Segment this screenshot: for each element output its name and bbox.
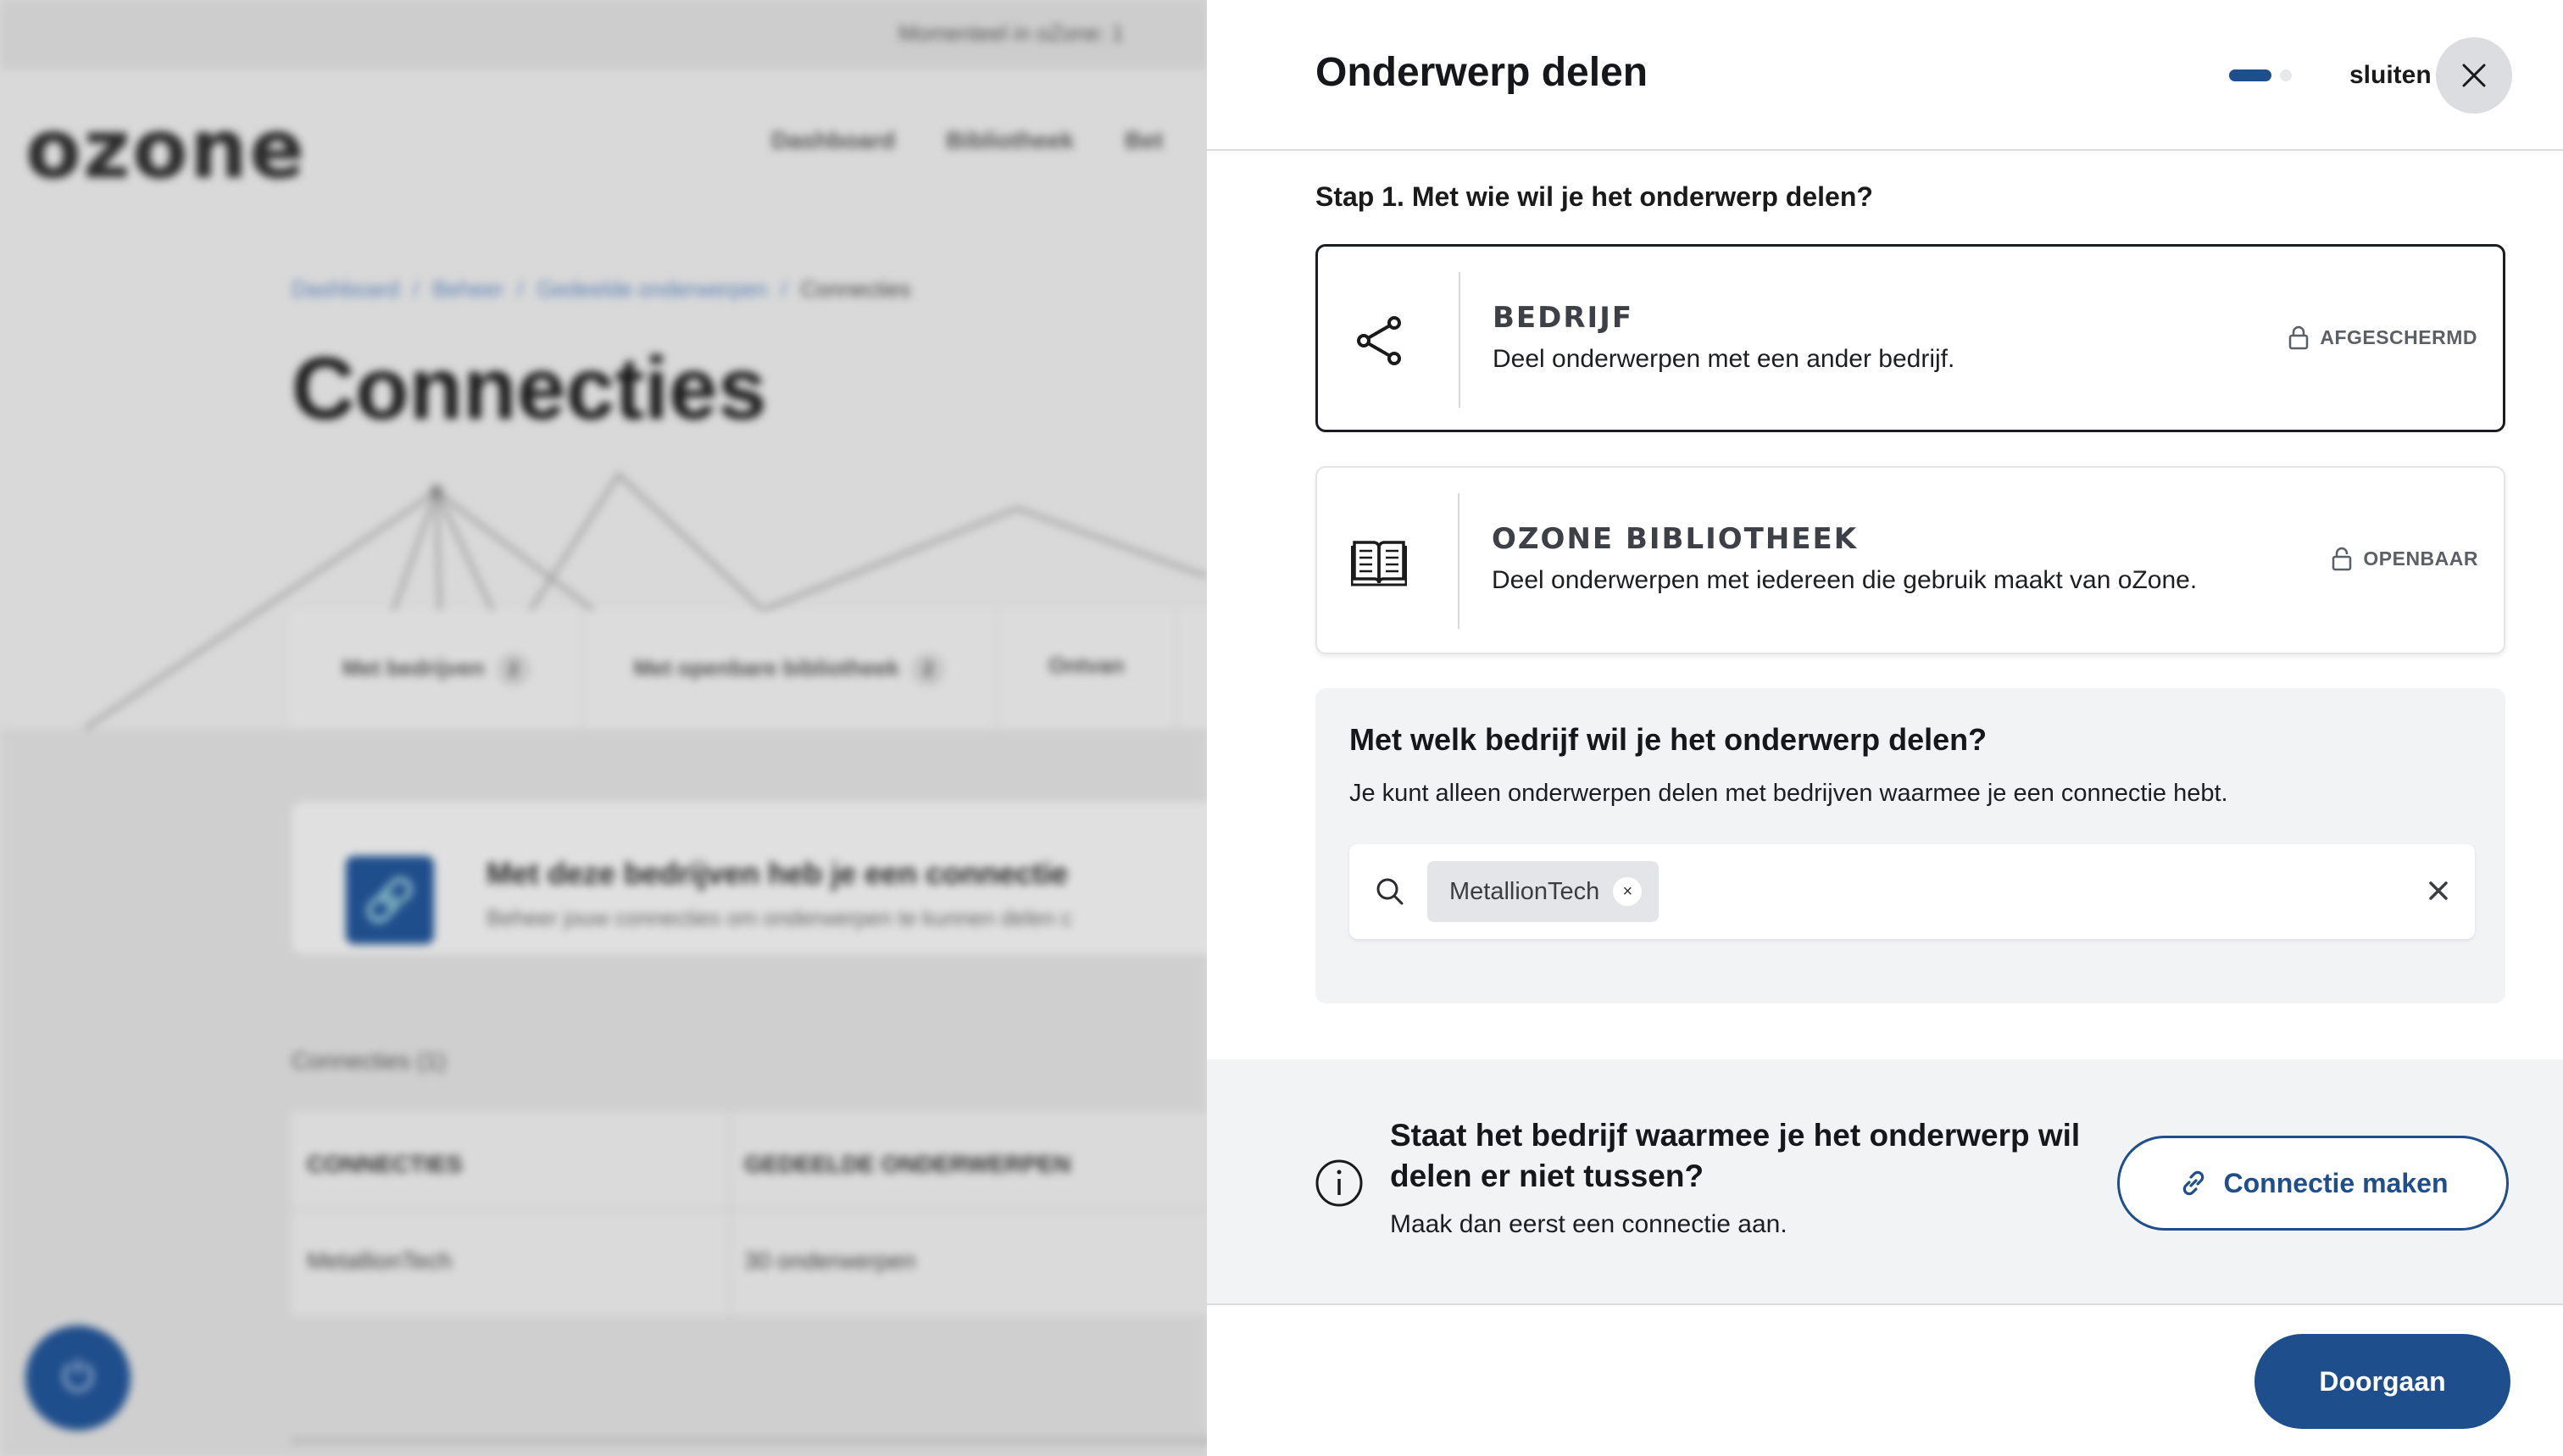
breadcrumb-item: Dashboard <box>292 276 400 302</box>
unlock-icon <box>2332 547 2352 571</box>
table-column-divider <box>729 1112 731 1315</box>
option-title: BEDRIJF <box>1493 301 1634 335</box>
step-indicator <box>2229 69 2292 81</box>
connections-table: CONNECTIES GEDEELDE ONDERWERPEN Metallio… <box>292 1112 1207 1315</box>
link-icon: 🔗 <box>346 856 434 944</box>
breadcrumb-separator: / <box>781 276 787 302</box>
clear-selection-button[interactable] <box>2417 870 2460 912</box>
breadcrumb-separator: / <box>517 276 524 302</box>
clear-icon <box>2429 881 2448 900</box>
continue-button[interactable]: Doorgaan <box>2254 1334 2510 1429</box>
visibility-badge: AFGESCHERMD <box>2288 325 2477 350</box>
divider <box>292 1437 1207 1444</box>
book-icon <box>1351 541 1407 586</box>
company-select-heading: Met welk bedrijf wil je het onderwerp de… <box>1349 722 1988 757</box>
option-divider <box>1458 493 1459 629</box>
search-icon <box>1376 878 1404 905</box>
tab-openbare-bibliotheek: Met openbare bibliotheek 2 <box>583 610 998 729</box>
share-icon <box>1357 316 1401 365</box>
breadcrumb-separator: / <box>413 276 420 302</box>
page-title: Connecties <box>292 340 767 438</box>
drawer-title: Onderwerp delen <box>1315 50 1648 95</box>
step-dot <box>2280 69 2292 81</box>
option-ozone-bibliotheek[interactable]: OZONE BIBLIOTHEEK Deel onderwerpen met i… <box>1315 466 2505 654</box>
breadcrumb-current: Connecties <box>800 276 911 302</box>
badge-label: OPENBAAR <box>2363 547 2478 570</box>
table-header: GEDEELDE ONDERWERPEN <box>744 1151 1071 1177</box>
close-label[interactable]: sluiten <box>2349 61 2432 90</box>
link-icon <box>2182 1170 2204 1196</box>
drawer-header: Onderwerp delen sluiten <box>1207 0 2563 151</box>
company-select-panel: Met welk bedrijf wil je het onderwerp de… <box>1315 688 2505 1003</box>
table-cell: 30 onderwerpen <box>744 1248 916 1274</box>
selected-company-chip: MetallionTech × <box>1427 861 1660 922</box>
main-nav: Dashboard Bibliotheek Bet <box>771 127 1163 154</box>
ozone-logo: ozone <box>25 102 307 197</box>
background-tabs: Met bedrijven 2 Met openbare bibliotheek 2… <box>292 610 1207 729</box>
nav-item-dashboard: Dashboard <box>771 127 896 153</box>
option-bedrijf[interactable]: BEDRIJF Deel onderwerpen met een ander b… <box>1315 244 2505 432</box>
info-icon <box>1315 1159 1363 1207</box>
missing-company-info: Staat het bedrijf waarmee je het onderwe… <box>1207 1059 2563 1305</box>
background-blur-layer: Momenteel in oZone: 1 ozone Dashboard Bi… <box>0 0 1207 1456</box>
breadcrumb-item: Beheer <box>432 276 504 302</box>
info-heading: Staat het bedrijf waarmee je het onderwe… <box>1390 1118 2081 1193</box>
announcement-text: Momenteel in oZone: 1 <box>898 20 1124 46</box>
company-search-input[interactable]: MetallionTech × <box>1349 844 2475 939</box>
tab-ontvangen: Ontvan <box>998 610 1177 729</box>
tab-met-bedrijven: Met bedrijven 2 <box>292 610 583 729</box>
create-connection-button[interactable]: Connectie maken <box>2117 1136 2509 1231</box>
share-drawer: Onderwerp delen sluiten Stap 1. Met wie … <box>1207 0 2563 1456</box>
close-button[interactable] <box>2436 37 2512 114</box>
option-description: Deel onderwerpen met iedereen die gebrui… <box>1492 566 2198 594</box>
table-divider <box>292 1209 1207 1210</box>
chip-remove-button[interactable]: × <box>1613 877 1643 906</box>
breadcrumb-item: Gedeelde onderwerpen <box>537 276 768 302</box>
breadcrumb: Dashboard / Beheer / Gedeelde onderwerpe… <box>292 276 911 303</box>
lock-icon <box>2289 325 2309 350</box>
table-header: CONNECTIES <box>307 1151 463 1177</box>
background-page: Momenteel in oZone: 1 ozone Dashboard Bi… <box>0 0 1207 1456</box>
connection-info-card: 🔗 Met deze bedrijven heb je een connecti… <box>292 802 1207 954</box>
help-button: ⏻ <box>25 1325 131 1431</box>
option-divider <box>1459 272 1460 408</box>
badge-label: AFGESCHERMD <box>2320 325 2477 348</box>
nav-item-bibliotheek: Bibliotheek <box>946 127 1075 153</box>
close-icon <box>2462 64 2486 87</box>
create-connection-label: Connectie maken <box>2223 1167 2449 1198</box>
company-select-subtext: Je kunt alleen onderwerpen delen met bed… <box>1349 780 2228 807</box>
info-subtext: Maak dan eerst een connectie aan. <box>1390 1210 1787 1238</box>
announcement-bar: Momenteel in oZone: 1 <box>0 0 1207 69</box>
nav-item-beheer: Bet <box>1125 127 1164 153</box>
connection-card-subtitle: Beheer jouw connecties om onderwerpen te… <box>486 905 1072 931</box>
connection-card-title: Met deze bedrijven heb je een connectie <box>486 856 1069 891</box>
step-question: Stap 1. Met wie wil je het onderwerp del… <box>1315 181 1873 212</box>
option-title: OZONE BIBLIOTHEEK <box>1492 522 1859 556</box>
table-cell: MetallionTech <box>307 1248 453 1274</box>
chip-label: MetallionTech <box>1449 877 1600 905</box>
visibility-badge: OPENBAAR <box>2331 546 2478 571</box>
option-description: Deel onderwerpen met een ander bedrijf. <box>1493 345 1955 373</box>
connections-count-label: Connecties (1) <box>292 1048 447 1074</box>
step-dot-active <box>2229 69 2271 81</box>
